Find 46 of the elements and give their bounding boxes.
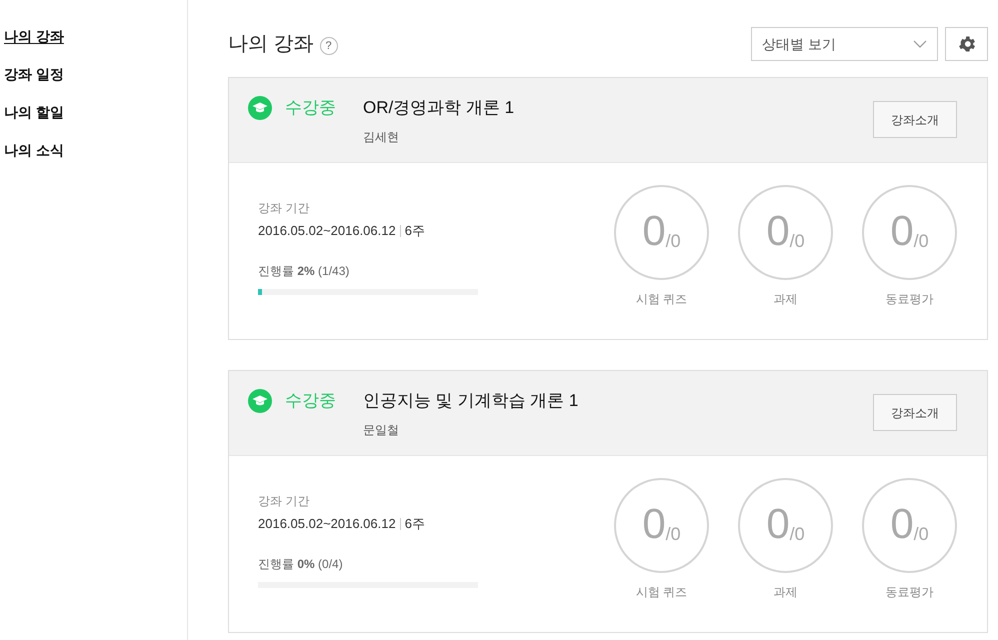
stat-value: 0 bbox=[890, 210, 914, 252]
stat-total: /0 bbox=[666, 230, 681, 252]
course-title[interactable]: OR/경영과학 개론 1 bbox=[363, 96, 514, 120]
status-label: 수강중 bbox=[285, 97, 337, 119]
stat-label: 시험 퀴즈 bbox=[636, 291, 688, 308]
status-label: 수강중 bbox=[285, 390, 337, 412]
course-title[interactable]: 인공지능 및 기계학습 개론 1 bbox=[363, 389, 578, 413]
stat-value: 0 bbox=[642, 210, 666, 252]
graduation-cap-icon bbox=[248, 96, 272, 120]
page-title: 나의 강좌 bbox=[228, 32, 314, 57]
period-dates: 2016.05.02~2016.06.12 bbox=[258, 222, 396, 240]
instructor-name: 문일철 bbox=[363, 422, 400, 439]
instructor-name: 김세현 bbox=[363, 129, 400, 146]
sidebar-link[interactable]: 나의 강좌 bbox=[4, 26, 64, 47]
graduation-cap-icon bbox=[248, 389, 272, 413]
chevron-down-icon bbox=[913, 40, 927, 48]
period-label: 강좌 기간 bbox=[258, 493, 310, 510]
stat-label: 동료평가 bbox=[886, 584, 934, 601]
period-weeks: 6주 bbox=[404, 515, 425, 533]
stat-label: 과제 bbox=[774, 291, 798, 308]
sidebar-link[interactable]: 강좌 일정 bbox=[4, 64, 64, 85]
course-intro-button[interactable]: 강좌소개 bbox=[873, 394, 957, 431]
stat-value: 0 bbox=[890, 503, 914, 545]
stat-label: 과제 bbox=[774, 584, 798, 601]
period-label: 강좌 기간 bbox=[258, 200, 310, 217]
stat-value: 0 bbox=[766, 210, 790, 252]
sidebar-link[interactable]: 나의 소식 bbox=[4, 140, 64, 161]
stat-total: /0 bbox=[914, 230, 929, 252]
progress-text: 진행률 0% (0/4) bbox=[258, 556, 344, 572]
period-dates: 2016.05.02~2016.06.12 bbox=[258, 515, 396, 533]
stat-value: 0 bbox=[642, 503, 666, 545]
help-icon[interactable]: ? bbox=[320, 37, 338, 55]
stat-label: 동료평가 bbox=[886, 291, 934, 308]
progress-text: 진행률 2% (1/43) bbox=[258, 262, 350, 280]
period-weeks: 6주 bbox=[404, 222, 425, 240]
stat-value: 0 bbox=[766, 503, 790, 545]
stat-total: /0 bbox=[790, 523, 805, 545]
stat-label: 시험 퀴즈 bbox=[636, 584, 688, 601]
settings-button[interactable] bbox=[945, 27, 988, 61]
filter-dropdown[interactable]: 상태별 보기 bbox=[751, 27, 938, 61]
settings-icon bbox=[956, 34, 976, 54]
stat-total: /0 bbox=[666, 523, 681, 545]
stat-total: /0 bbox=[914, 523, 929, 545]
course-intro-button[interactable]: 강좌소개 bbox=[873, 101, 957, 138]
stat-total: /0 bbox=[790, 230, 805, 252]
sidebar-link[interactable]: 나의 할일 bbox=[4, 102, 64, 123]
